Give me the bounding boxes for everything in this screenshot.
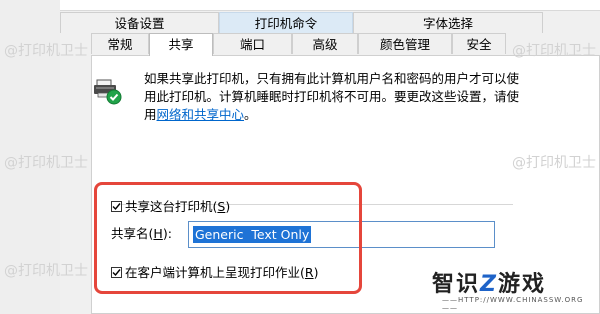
- tab-printer-commands[interactable]: 打印机命令: [219, 12, 353, 33]
- watermark-text: @打印机卫士: [4, 263, 88, 279]
- tab-advanced[interactable]: 高级: [292, 33, 358, 54]
- tab-general[interactable]: 常规: [91, 33, 149, 54]
- shared-printer-icon: [93, 78, 125, 106]
- sharing-description: 如果共享此打印机，只有拥有此计算机用户名和密码的用户才可以使用此打印机。计算机睡…: [144, 70, 524, 124]
- tab-sharing[interactable]: 共享: [149, 33, 213, 56]
- tab-ports[interactable]: 端口: [213, 33, 292, 54]
- watermark-text: @打印机卫士: [4, 155, 88, 171]
- brand-logo-z: Z: [480, 272, 498, 297]
- highlight-annotation-box: [94, 182, 362, 294]
- watermark-text: @打印机卫士: [512, 155, 596, 171]
- description-suffix: 。: [244, 107, 257, 122]
- brand-logo-text-1: 智识: [432, 272, 481, 297]
- tab-security[interactable]: 安全: [452, 33, 506, 54]
- brand-logo-text-2: 游戏: [497, 272, 546, 297]
- tab-color-management[interactable]: 颜色管理: [358, 33, 452, 54]
- tab-font-selection[interactable]: 字体选择: [353, 12, 543, 33]
- network-sharing-center-link[interactable]: 网络和共享中心: [157, 107, 245, 122]
- watermark-text: @打印机卫士: [4, 43, 88, 59]
- brand-logo: 智识Z游戏 ——HTTP://WWW.CHINASSW.ORG——: [432, 266, 592, 312]
- brand-url: ——HTTP://WWW.CHINASSW.ORG——: [442, 296, 584, 312]
- brand-logo-text: 智识Z游戏: [432, 266, 546, 298]
- dialog-top-edge: [60, 0, 600, 11]
- tab-row-top: 设备设置 打印机命令 字体选择: [60, 12, 600, 34]
- watermark-text: @打印机卫士: [512, 43, 596, 59]
- tab-device-settings[interactable]: 设备设置: [60, 12, 219, 33]
